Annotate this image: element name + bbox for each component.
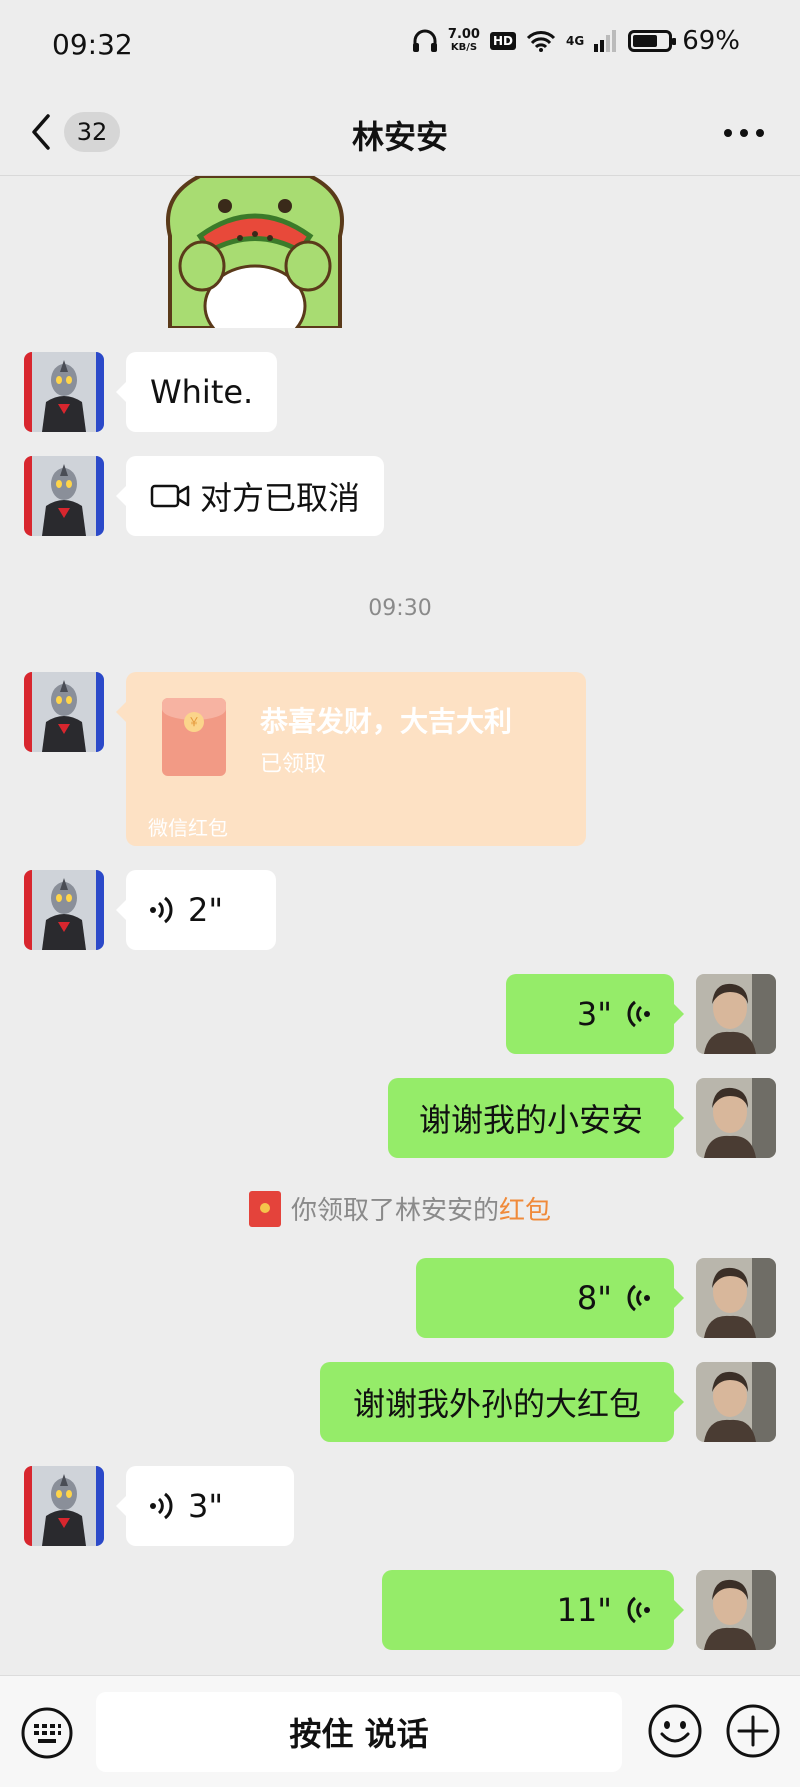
received-voice-bubble[interactable]: 3" bbox=[116, 1466, 294, 1546]
contact-avatar[interactable] bbox=[24, 870, 104, 950]
frog-eating-watermelon-sticker bbox=[166, 176, 344, 328]
emoji-icon[interactable] bbox=[646, 1702, 704, 1760]
red-packet-icon: ￥ bbox=[162, 698, 226, 776]
message-text: 谢谢我外孙的大红包 bbox=[352, 1385, 641, 1423]
ultraman-avatar bbox=[24, 352, 104, 432]
voice-wave-icon bbox=[627, 1284, 650, 1312]
voice-duration: 8" bbox=[576, 1279, 612, 1317]
status-bar: 09:32 7.00 KB/S HD 4G 69% bbox=[0, 0, 800, 92]
contact-avatar[interactable] bbox=[24, 1466, 104, 1546]
voice-duration: 2" bbox=[188, 891, 224, 929]
contact-avatar[interactable] bbox=[24, 352, 104, 432]
network-speed: 7.00 KB/S bbox=[447, 27, 480, 53]
message-text: 对方已取消 bbox=[200, 479, 361, 517]
sent-text-bubble[interactable]: 谢谢我的小安安 bbox=[388, 1078, 684, 1158]
my-avatar[interactable] bbox=[696, 974, 776, 1054]
user-photo-avatar bbox=[696, 1258, 776, 1338]
red-packet-title: 恭喜发财，大吉大利 bbox=[260, 705, 513, 738]
message-text: White. bbox=[150, 373, 254, 411]
user-photo-avatar bbox=[696, 1362, 776, 1442]
ultraman-avatar bbox=[24, 672, 104, 752]
hold-to-talk-button[interactable]: 按住 说话 bbox=[96, 1692, 622, 1772]
red-packet-link[interactable]: 红包 bbox=[499, 1196, 551, 1226]
voice-wave-icon bbox=[627, 1000, 650, 1028]
red-packet-footer: 微信红包 bbox=[148, 816, 228, 840]
voice-duration: 3" bbox=[188, 1487, 224, 1525]
input-bar: 按住 说话 bbox=[0, 1675, 800, 1787]
sent-text-bubble[interactable]: 谢谢我外孙的大红包 bbox=[320, 1362, 684, 1442]
coin-icon: ￥ bbox=[184, 712, 204, 732]
status-time: 09:32 bbox=[52, 28, 133, 61]
video-call-bubble[interactable]: 对方已取消 bbox=[115, 456, 385, 536]
red-packet-icon bbox=[248, 1190, 281, 1227]
voice-duration: 11" bbox=[556, 1591, 612, 1629]
received-voice-bubble[interactable]: 2" bbox=[116, 870, 276, 950]
battery-icon bbox=[628, 30, 677, 52]
hd-badge: HD bbox=[489, 32, 516, 50]
user-photo-avatar bbox=[696, 1078, 776, 1158]
user-photo-avatar bbox=[696, 974, 776, 1054]
system-message: 你领取了林安安的红包 bbox=[0, 1190, 800, 1227]
user-photo-avatar bbox=[696, 1570, 776, 1650]
sent-voice-bubble[interactable]: 8" bbox=[416, 1258, 684, 1338]
chat-title: 林安安 bbox=[351, 118, 448, 156]
message-text: 谢谢我的小安安 bbox=[418, 1101, 643, 1139]
chat-header: 32 林安安 bbox=[0, 92, 800, 176]
red-packet-message[interactable]: ￥ 恭喜发财，大吉大利 已领取 微信红包 bbox=[116, 672, 586, 846]
my-avatar[interactable] bbox=[696, 1078, 776, 1158]
ultraman-avatar bbox=[24, 870, 104, 950]
dot bbox=[740, 129, 748, 137]
red-packet-status: 已领取 bbox=[260, 752, 327, 777]
battery-percent: 69% bbox=[682, 26, 740, 56]
contact-avatar[interactable] bbox=[24, 672, 104, 752]
time-separator: 09:30 bbox=[368, 596, 432, 621]
system-message-text: 你领取了林安安的红包 bbox=[290, 1196, 552, 1226]
ultraman-avatar bbox=[24, 1466, 104, 1546]
received-text-bubble[interactable]: White. bbox=[115, 352, 278, 432]
voice-wave-icon bbox=[150, 896, 173, 924]
wifi-icon bbox=[526, 31, 556, 52]
dot bbox=[724, 129, 732, 137]
ultraman-avatar bbox=[24, 456, 104, 536]
contact-avatar[interactable] bbox=[24, 456, 104, 536]
my-avatar[interactable] bbox=[696, 1570, 776, 1650]
voice-wave-icon bbox=[627, 1596, 650, 1624]
battery-level bbox=[633, 35, 657, 47]
my-avatar[interactable] bbox=[696, 1362, 776, 1442]
sent-voice-bubble[interactable]: 3" bbox=[506, 974, 684, 1054]
keyboard-icon[interactable] bbox=[20, 1706, 74, 1760]
voice-duration: 3" bbox=[576, 995, 612, 1033]
voice-wave-icon bbox=[150, 1492, 173, 1520]
sticker-message[interactable] bbox=[160, 176, 350, 328]
more-options-button[interactable] bbox=[724, 118, 764, 148]
cell-signal-icon bbox=[594, 30, 617, 52]
status-icons: 7.00 KB/S HD 4G 69% bbox=[412, 26, 740, 56]
network-type: 4G bbox=[566, 34, 585, 48]
my-avatar[interactable] bbox=[696, 1258, 776, 1338]
sent-voice-bubble[interactable]: 11" bbox=[382, 1570, 684, 1650]
video-camera-icon bbox=[150, 484, 190, 508]
headphones-icon bbox=[412, 29, 437, 52]
plus-icon[interactable] bbox=[724, 1702, 782, 1760]
dot bbox=[756, 129, 764, 137]
